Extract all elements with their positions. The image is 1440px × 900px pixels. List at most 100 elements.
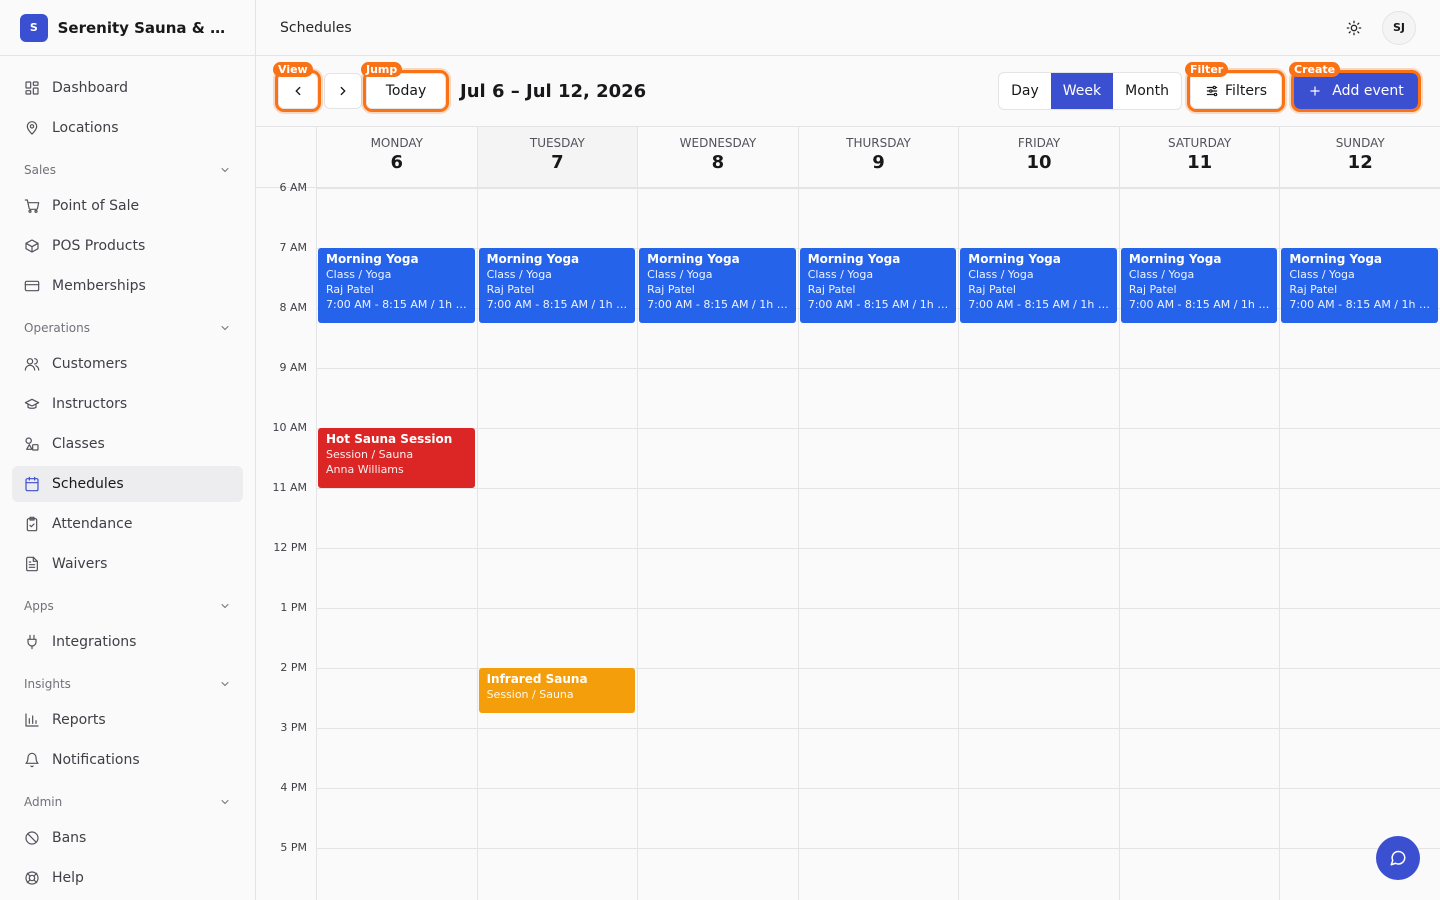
prev-week-button[interactable]: View — [273, 62, 321, 112]
sidebar-item-instructors[interactable]: Instructors — [12, 386, 243, 422]
next-week-button[interactable] — [324, 73, 362, 109]
event-morning-yoga[interactable]: Morning Yoga Class / Yoga Raj Patel 7:00 AM… — [318, 248, 475, 323]
day-header-wednesday[interactable]: WEDNESDAY 8 — [637, 127, 798, 188]
day-header-tuesday[interactable]: TUESDAY 7 — [476, 127, 638, 188]
view-month[interactable]: Month — [1113, 73, 1181, 109]
brand[interactable]: S Serenity Sauna & Wellness — [0, 0, 255, 56]
sidebar-item-point-of-sale[interactable]: Point of Sale — [12, 188, 243, 224]
calendar-toolbar: View Jump Today Jul 6 – Jul 12, 2026 Day… — [256, 56, 1440, 127]
event-title: Morning Yoga — [647, 252, 740, 266]
day-header-friday[interactable]: FRIDAY 10 — [958, 127, 1119, 188]
sidebar-item-schedules[interactable]: Schedules — [12, 466, 243, 502]
hour-label: 1 PM — [280, 601, 307, 614]
event-morning-yoga[interactable]: Morning Yoga Class / Yoga Raj Patel 7:00 AM… — [1120, 248, 1278, 323]
sidebar-item-help[interactable]: Help — [12, 860, 243, 896]
day-header-saturday[interactable]: SATURDAY 11 — [1118, 127, 1280, 188]
view-day[interactable]: Day — [999, 73, 1051, 109]
event-detail: Class / Yoga — [486, 268, 552, 281]
event-morning-yoga[interactable]: Morning Yoga Class / Yoga Raj Patel 7:00 AM… — [960, 248, 1117, 323]
chevron-down-icon — [221, 168, 229, 173]
section-sales[interactable]: Sales — [12, 152, 243, 188]
brand-name: Serenity Sauna & Wellness — [57, 18, 235, 37]
plug-icon — [24, 634, 40, 650]
today-button[interactable]: Jump Today — [361, 62, 449, 112]
card-icon — [24, 278, 40, 294]
chevron-down-icon — [221, 682, 229, 687]
sidebar-item-waivers[interactable]: Waivers — [12, 546, 243, 582]
sidebar-item-notifications[interactable]: Notifications — [12, 742, 243, 778]
hour-label: 5 PM — [280, 841, 307, 854]
sidebar-item-label: Reports — [52, 712, 106, 728]
chevron-right-icon — [340, 86, 346, 96]
day-name: SATURDAY — [1168, 136, 1232, 150]
event-morning-yoga[interactable]: Morning Yoga Class / Yoga Raj Patel 7:00 AM… — [639, 248, 796, 323]
sidebar-item-bans[interactable]: Bans — [12, 820, 243, 856]
event-title: Morning Yoga — [807, 252, 901, 266]
event-hot-sauna-session[interactable]: Hot Sauna Session Session / Sauna Anna Wil… — [318, 428, 475, 488]
section-operations[interactable]: Operations — [12, 310, 243, 346]
day-header-sunday[interactable]: SUNDAY 12 — [1279, 127, 1440, 188]
day-date: 8 — [711, 152, 725, 173]
theme-toggle-button[interactable] — [1340, 14, 1368, 42]
event-detail: Raj Patel — [807, 283, 856, 296]
event-title: Morning Yoga — [326, 252, 419, 266]
sidebar-item-reports[interactable]: Reports — [12, 702, 243, 738]
day-column-divider — [476, 188, 478, 900]
event-morning-yoga[interactable]: Morning Yoga Class / Yoga Raj Patel 7:00 AM… — [478, 248, 636, 323]
view-week[interactable]: Week — [1050, 73, 1114, 109]
day-header-thursday[interactable]: THURSDAY 9 — [797, 127, 959, 188]
life-buoy-icon — [24, 870, 40, 886]
event-detail: Class / Yoga — [647, 268, 713, 281]
hour-label: 11 AM — [272, 481, 307, 494]
section-title: Insights — [24, 677, 71, 691]
sidebar-item-attendance[interactable]: Attendance — [12, 506, 243, 542]
sidebar-item-label: Customers — [52, 356, 128, 372]
hour-label: 4 PM — [280, 781, 307, 794]
bar-chart-icon — [24, 712, 40, 728]
sidebar-item-dashboard[interactable]: Dashboard — [12, 70, 243, 106]
chat-button[interactable] — [1376, 836, 1420, 880]
event-infrared-sauna[interactable]: Infrared Sauna Session / Sauna — [478, 668, 636, 713]
day-column-divider — [1118, 188, 1120, 900]
sidebar-item-customers[interactable]: Customers — [12, 346, 243, 382]
day-name: THURSDAY — [846, 136, 911, 150]
sliders-icon — [1206, 85, 1218, 97]
day-date: 6 — [390, 152, 404, 173]
event-detail: Raj Patel — [1128, 283, 1177, 296]
sidebar-item-locations[interactable]: Locations — [12, 110, 243, 146]
sidebar-item-pos-products[interactable]: POS Products — [12, 228, 243, 264]
day-date: 7 — [551, 152, 564, 173]
event-title: Hot Sauna Session — [326, 432, 453, 446]
sidebar-item-label: Schedules — [52, 476, 124, 492]
filters-button[interactable]: Filter Filters — [1185, 62, 1285, 112]
add-event-button[interactable]: Create Add event — [1289, 62, 1421, 112]
day-column-divider — [958, 188, 960, 900]
avatar[interactable]: SJ — [1382, 10, 1416, 45]
event-morning-yoga[interactable]: Morning Yoga Class / Yoga Raj Patel 7:00 AM… — [799, 248, 957, 323]
hour-line — [316, 368, 1440, 369]
hour-line — [316, 428, 1440, 429]
event-detail: Raj Patel — [968, 283, 1016, 296]
event-detail: Session / Sauna — [486, 688, 574, 701]
event-detail: Raj Patel — [1289, 283, 1338, 296]
event-detail: 7:00 AM - 8:15 AM / 1h 15m — [968, 298, 1109, 311]
section-apps[interactable]: Apps — [12, 588, 243, 624]
event-morning-yoga[interactable]: Morning Yoga Class / Yoga Raj Patel 7:00 AM… — [1281, 248, 1438, 323]
sidebar-item-classes[interactable]: Classes — [12, 426, 243, 462]
section-insights[interactable]: Insights — [12, 666, 243, 702]
sidebar-item-integrations[interactable]: Integrations — [12, 624, 243, 660]
day-name: WEDNESDAY — [679, 136, 757, 150]
day-name: FRIDAY — [1017, 136, 1061, 150]
section-admin[interactable]: Admin — [12, 784, 243, 820]
chevron-down-icon — [221, 800, 229, 805]
view-tag: View — [273, 62, 313, 77]
bell-icon — [24, 752, 40, 768]
hour-label: 9 AM — [279, 361, 307, 374]
day-date: 9 — [872, 152, 885, 173]
event-title: Morning Yoga — [968, 252, 1061, 266]
date-range: Jul 6 – Jul 12, 2026 — [460, 80, 647, 102]
day-header-monday[interactable]: MONDAY 6 — [316, 127, 477, 188]
filter-tag: Filter — [1185, 62, 1229, 77]
sidebar: S Serenity Sauna & Wellness Dashboard Loc… — [0, 0, 256, 900]
sidebar-item-memberships[interactable]: Memberships — [12, 268, 243, 304]
